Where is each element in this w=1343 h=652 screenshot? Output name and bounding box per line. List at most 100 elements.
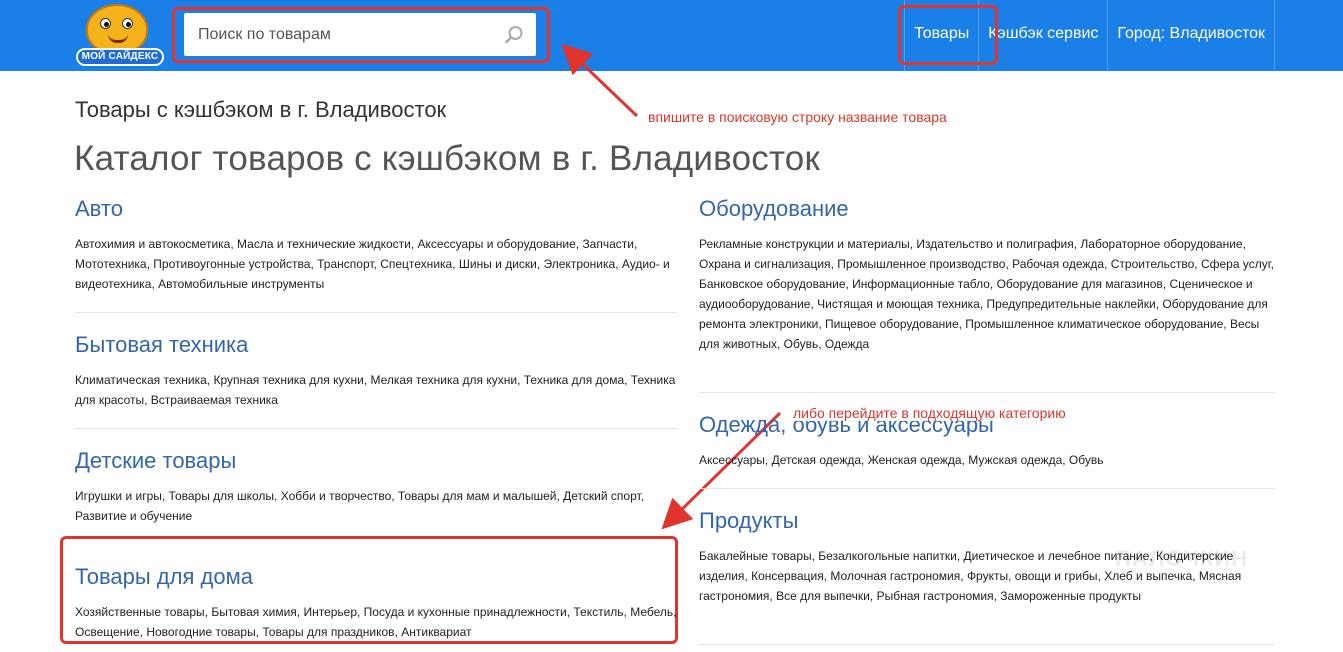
category-equipment: Оборудование Рекламные конструкции и мат… [699,196,1275,354]
divider [699,392,1275,393]
divider [699,488,1275,489]
subcategory-link[interactable]: Развитие и обучение [75,509,192,523]
subcategory-link[interactable]: Информационные табло [852,277,990,291]
logo-text: МОЙ САЙДЕКС [76,48,164,66]
subcategory-link[interactable]: Освещение [75,625,140,639]
subcategory-link[interactable]: Антиквариат [401,625,471,639]
subcategory-link[interactable]: Интерьер [303,605,357,619]
divider [75,312,677,313]
subcategory-link[interactable]: Консервация [751,569,824,583]
subcategory-link[interactable]: Обувь [1069,453,1104,467]
category-hint: либо перейдите в подходящую категорию [793,405,1066,421]
subcategory-link[interactable]: Охрана и сигнализация [699,257,831,271]
subcategory-link[interactable]: Игрушки и игры [75,489,162,503]
subcategory-link[interactable]: Молочная гастрономия [830,569,960,583]
subcategory-link[interactable]: Товары для школы [169,489,275,503]
subcategory-link[interactable]: Посуда и кухонные принадлежности [364,605,567,619]
subcategory-link[interactable]: Фрукты, овощи и грибы [967,569,1098,583]
search-hint: впишите в поисковую строку название това… [648,109,947,125]
subcategory-link[interactable]: Хобби и творчество [281,489,392,503]
subcategory-link[interactable]: Техника для дома [524,373,624,387]
category-title[interactable]: Оборудование [699,196,1275,222]
subcategory-link[interactable]: Товары для мам и малышей [398,489,557,503]
subcategory-link[interactable]: Аксессуары [699,453,765,467]
category-links: Рекламные конструкции и материалы, Издат… [699,237,1274,351]
subcategory-link[interactable]: Чистящая и моющая техника [817,297,980,311]
page-title: Каталог товаров с кэшбэком в г. Владивос… [74,139,820,178]
subcategory-link[interactable]: Все для выпечки [776,589,870,603]
divider [699,644,1275,645]
nav-item-cashback-service[interactable]: Кэшбэк сервис [978,0,1107,71]
subcategory-link[interactable]: Лабораторное оборудование [1080,237,1242,251]
subcategory-link[interactable]: Рыбная гастрономия [877,589,994,603]
subcategory-link[interactable]: Издательство и полиграфия [916,237,1073,251]
subcategory-link[interactable]: Рекламные конструкции и материалы [699,237,910,251]
nav-item-products[interactable]: Товары [904,0,978,71]
search-input[interactable] [184,13,536,56]
search-icon[interactable] [504,25,524,45]
subcategory-link[interactable]: Транспорт [317,257,373,271]
category-home: Товары для дома Хозяйственные товары, Бы… [75,564,677,642]
category-links: Климатическая техника, Крупная техника д… [75,373,676,407]
mascot-logo-icon [86,4,148,54]
subcategory-link[interactable]: Банковское оборудование [699,277,846,291]
subcategory-link[interactable]: Мототехника [75,257,147,271]
subcategory-link[interactable]: Запчасти [582,237,634,251]
subcategory-link[interactable]: Противоугонные устройства [153,257,310,271]
subcategory-link[interactable]: Аксессуары и оборудование [418,237,576,251]
category-kids: Детские товары Игрушки и игры, Товары дл… [75,448,677,526]
subcategory-link[interactable]: Мебель [630,605,673,619]
subcategory-link[interactable]: Мелкая техника для кухни [370,373,517,387]
subcategory-link[interactable]: Встраиваемая техника [151,393,278,407]
subcategory-link[interactable]: Детская одежда [772,453,861,467]
category-links: Аксессуары, Детская одежда, Женская одеж… [699,453,1104,467]
subcategory-link[interactable]: Безалкогольные напитки [818,549,957,563]
category-links: Хозяйственные товары, Бытовая химия, Инт… [75,605,677,639]
subcategory-link[interactable]: Промышленное климатическое оборудование [965,317,1223,331]
search-box [184,13,536,56]
category-title[interactable]: Бытовая техника [75,332,677,358]
subcategory-link[interactable]: Автохимия и автокосметика [75,237,230,251]
subcategory-link[interactable]: Промышленное производство [837,257,1005,271]
subcategory-link[interactable]: Детский спорт [563,489,641,503]
category-links: Игрушки и игры, Товары для школы, Хобби … [75,489,645,523]
category-title[interactable]: Продукты [699,508,1275,534]
subcategory-link[interactable]: Обувь [784,337,819,351]
subcategory-link[interactable]: Замороженные продукты [1000,589,1141,603]
subcategory-link[interactable]: Масла и технические жидкости [237,237,411,251]
divider [75,428,677,429]
site-header: МОЙ САЙДЕКС Товары Кэшбэк сервис Город: … [0,0,1343,71]
category-title[interactable]: Авто [75,196,677,222]
subcategory-link[interactable]: Пищевое оборудование [825,317,959,331]
site-logo[interactable]: МОЙ САЙДЕКС [76,4,164,68]
category-links: Автохимия и автокосметика, Масла и техни… [75,237,670,291]
subcategory-link[interactable]: Электроника [544,257,616,271]
subcategory-link[interactable]: Одежда [825,337,869,351]
subcategory-link[interactable]: Климатическая техника [75,373,207,387]
subcategory-link[interactable]: Мужская одежда [968,453,1062,467]
subcategory-link[interactable]: Хозяйственные товары [75,605,205,619]
subcategory-link[interactable]: Бакалейные товары [699,549,812,563]
category-auto: Авто Автохимия и автокосметика, Масла и … [75,196,677,294]
subcategory-link[interactable]: Бытовая химия [211,605,296,619]
category-title[interactable]: Детские товары [75,448,677,474]
subcategory-link[interactable]: Автомобильные инструменты [158,277,324,291]
subcategory-link[interactable]: Шины и диски [459,257,537,271]
nav-item-city[interactable]: Город: Владивосток [1107,0,1275,71]
subcategory-link[interactable]: Крупная техника для кухни [213,373,363,387]
subcategory-link[interactable]: Оборудование для магазинов [997,277,1163,291]
subcategory-link[interactable]: Сфера услуг [1201,257,1271,271]
page-subtitle: Товары с кэшбэком в г. Владивосток [75,97,447,122]
subcategory-link[interactable]: Строительство [1111,257,1195,271]
subcategory-link[interactable]: Спецтехника [380,257,452,271]
category-appliances: Бытовая техника Климатическая техника, К… [75,332,677,410]
top-nav: Товары Кэшбэк сервис Город: Владивосток [904,0,1275,71]
subcategory-link[interactable]: Новогодние товары [146,625,255,639]
subcategory-link[interactable]: Товары для праздников [262,625,394,639]
subcategory-link[interactable]: Текстиль [573,605,623,619]
category-title[interactable]: Товары для дома [75,564,677,590]
subcategory-link[interactable]: Женская одежда [868,453,962,467]
subcategory-link[interactable]: Предупредительные наклейки [987,297,1156,311]
watermark: ПАЛОЧКИН [1115,546,1249,571]
subcategory-link[interactable]: Рабочая одежда [1012,257,1104,271]
